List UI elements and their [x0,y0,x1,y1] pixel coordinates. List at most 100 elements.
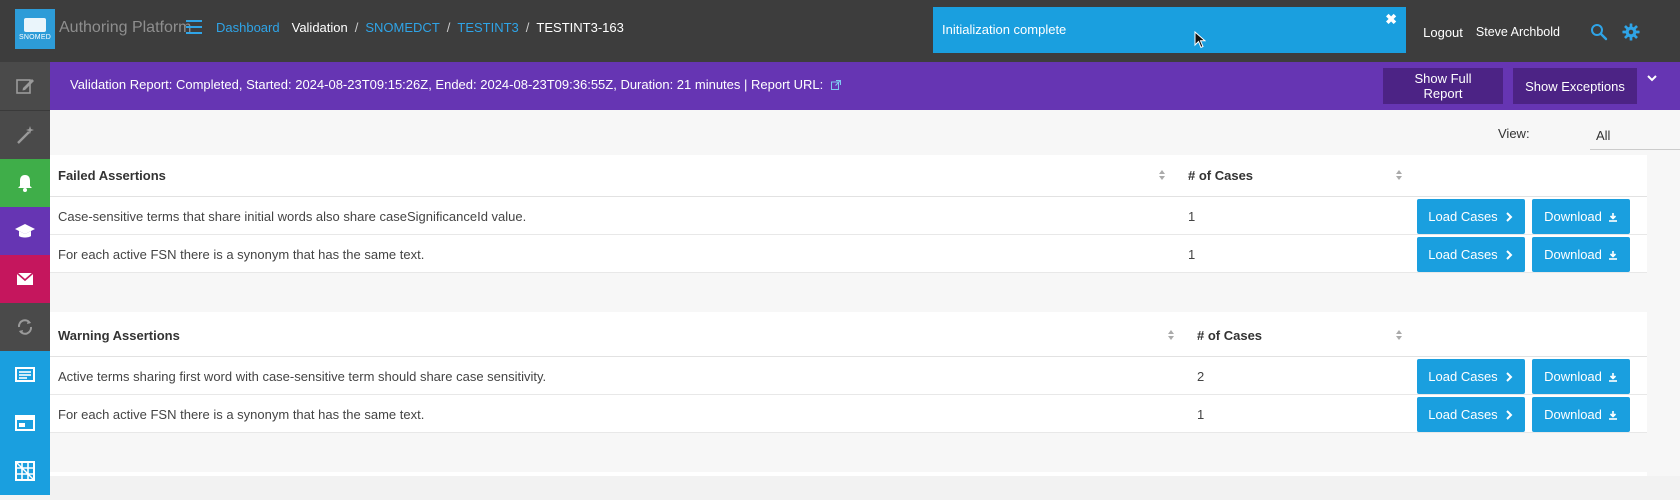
magic-wand-icon [17,126,34,144]
download-button[interactable]: Download [1532,237,1630,272]
close-icon[interactable]: ✖ [1385,11,1397,28]
download-icon [1608,250,1617,260]
cases-header: # of Cases [1188,168,1254,183]
breadcrumb-dashboard[interactable]: Dashboard [216,20,280,35]
gear-icon[interactable] [1622,23,1640,41]
chevron-right-icon [1505,249,1513,260]
edit-icon [16,79,34,94]
case-count: 1 [1188,209,1196,224]
snomed-logo[interactable]: SNOMED [15,9,55,49]
show-full-report-button[interactable]: Show Full Report [1383,68,1503,104]
main-content: View: All Failed Assertions # of Cases C… [50,110,1680,500]
sidebar-item-sync[interactable] [0,303,50,351]
table-row: For each active FSN there is a synonym t… [50,395,1647,433]
menu-icon[interactable] [186,20,202,34]
breadcrumb-separator: / [446,20,451,35]
load-cases-button[interactable]: Load Cases [1417,397,1525,432]
load-cases-button[interactable]: Load Cases [1417,237,1525,272]
download-label: Download [1544,209,1602,224]
assertion-text: Active terms sharing first word with cas… [58,369,547,384]
download-label: Download [1544,369,1602,384]
sidebar-item-messages[interactable] [0,255,50,303]
failed-assertions-table: Failed Assertions # of Cases Case-sensit… [50,155,1647,273]
assertion-text: For each active FSN there is a synonym t… [58,247,425,262]
sort-icon[interactable] [1395,329,1403,341]
chevron-down-icon[interactable] [1644,70,1660,86]
download-button[interactable]: Download [1532,359,1630,394]
sidebar-item-notifications[interactable] [0,159,50,207]
list-icon [15,367,35,382]
case-count: 1 [1188,247,1196,262]
user-name: Steve Archbold [1475,25,1560,39]
table-header: Warning Assertions # of Cases [50,315,1647,357]
window-icon [15,415,35,431]
top-bar: SNOMED Authoring Platform Dashboard Vali… [0,0,1680,62]
failed-assertions-header: Failed Assertions [58,168,166,183]
logo-text: SNOMED [19,33,51,41]
download-icon [1608,410,1617,420]
load-cases-label: Load Cases [1428,209,1498,224]
table-header: Failed Assertions # of Cases [50,155,1647,197]
download-icon [1608,212,1617,222]
warning-assertions-header: Warning Assertions [58,328,180,343]
validation-report-banner: Validation Report: Completed, Started: 2… [50,62,1680,110]
table-row: For each active FSN there is a synonym t… [50,235,1647,273]
view-label: View: [1498,126,1530,141]
notification-toast: Initialization complete ✖ [933,7,1406,53]
sidebar-item-magic[interactable] [0,110,50,159]
download-button[interactable]: Download [1532,397,1630,432]
download-button[interactable]: Download [1532,199,1630,234]
breadcrumb: Dashboard Validation / SNOMEDCT / TESTIN… [216,20,624,35]
breadcrumb-separator: / [354,20,359,35]
app-title: Authoring Platform [59,19,192,36]
case-count: 2 [1197,369,1205,384]
load-cases-label: Load Cases [1428,247,1498,262]
load-cases-label: Load Cases [1428,369,1498,384]
logo-mark [24,17,46,32]
load-cases-label: Load Cases [1428,407,1498,422]
sidebar-item-grid[interactable] [0,447,50,495]
report-summary: Validation Report: Completed, Started: 2… [70,77,841,92]
chevron-right-icon [1505,409,1513,420]
search-icon[interactable] [1590,23,1608,41]
sort-icon[interactable] [1167,329,1175,341]
sort-icon[interactable] [1158,169,1166,181]
view-select[interactable]: All [1590,120,1680,150]
assertion-text: For each active FSN there is a synonym t… [58,407,425,422]
breadcrumb-task: TESTINT3-163 [536,20,624,35]
show-exceptions-button[interactable]: Show Exceptions [1513,68,1637,104]
grid-icon [15,461,35,481]
cases-header: # of Cases [1197,328,1263,343]
load-cases-button[interactable]: Load Cases [1417,359,1525,394]
breadcrumb-testint3[interactable]: TESTINT3 [457,20,518,35]
report-summary-text: Validation Report: Completed, Started: 2… [70,77,824,92]
assertion-text: Case-sensitive terms that share initial … [58,209,527,224]
load-cases-button[interactable]: Load Cases [1417,199,1525,234]
download-label: Download [1544,407,1602,422]
logout-link[interactable]: Logout [1423,25,1463,40]
breadcrumb-validation: Validation [291,20,348,35]
sync-icon [17,319,33,335]
bell-icon [18,175,32,192]
toast-message: Initialization complete [942,22,1067,37]
sidebar-item-window[interactable] [0,399,50,447]
external-link-icon[interactable] [830,80,841,90]
mouse-cursor-icon [1194,31,1206,49]
sidebar-item-list[interactable] [0,351,50,399]
mail-icon [16,272,34,285]
user-area: Logout Steve Archbold [1423,23,1640,41]
download-label: Download [1544,247,1602,262]
sidebar-item-training[interactable] [0,207,50,255]
view-selected-value: All [1596,128,1611,143]
content-footer [50,476,1680,500]
sort-icon[interactable] [1395,169,1403,181]
chevron-right-icon [1505,371,1513,382]
breadcrumb-separator: / [525,20,530,35]
warning-assertions-table: Warning Assertions # of Cases Active ter… [50,315,1647,433]
breadcrumb-snomedct[interactable]: SNOMEDCT [365,20,439,35]
table-row: Case-sensitive terms that share initial … [50,197,1647,235]
case-count: 1 [1197,407,1205,422]
graduation-cap-icon [15,224,35,238]
chevron-right-icon [1505,211,1513,222]
sidebar-item-edit[interactable] [0,62,50,110]
